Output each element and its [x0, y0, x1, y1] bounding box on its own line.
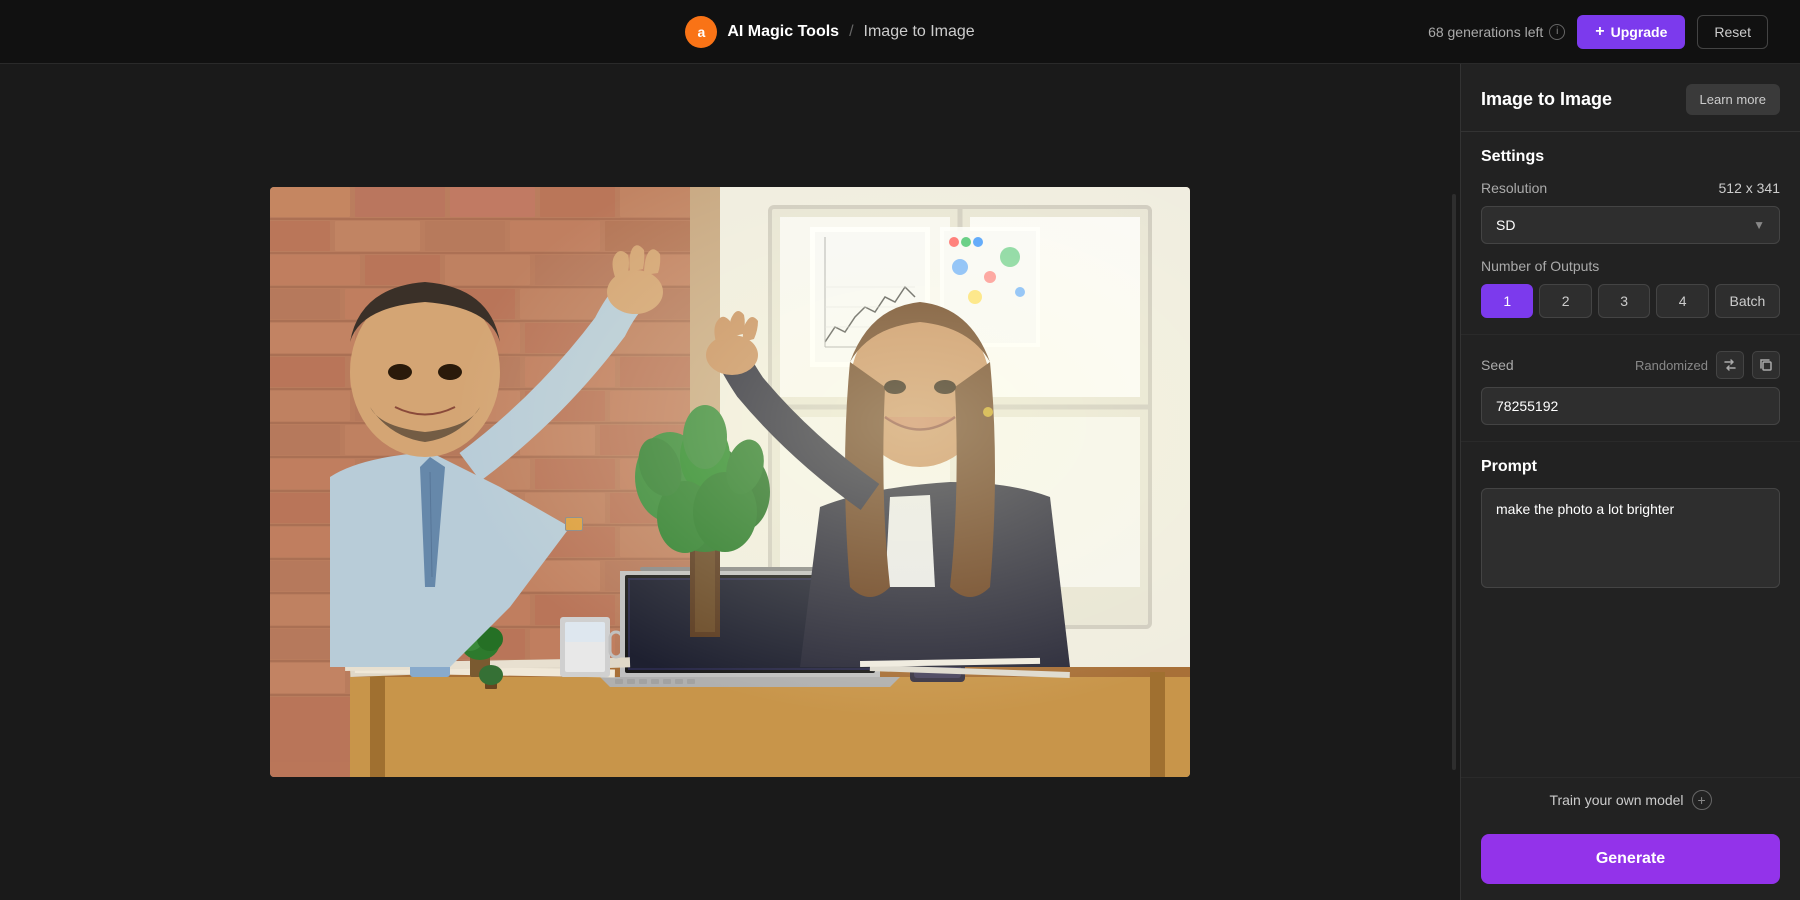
outputs-label: Number of Outputs	[1481, 258, 1780, 274]
settings-section-title: Settings	[1481, 148, 1780, 166]
output-1-button[interactable]: 1	[1481, 284, 1533, 318]
resolution-row: Resolution 512 x 341	[1481, 180, 1780, 196]
outputs-buttons: 1 2 3 4 Batch	[1481, 284, 1780, 318]
output-4-button[interactable]: 4	[1656, 284, 1708, 318]
output-2-button[interactable]: 2	[1539, 284, 1591, 318]
reset-button[interactable]: Reset	[1697, 15, 1768, 49]
resolution-option: SD	[1496, 217, 1515, 233]
panel-header: Image to Image Learn more	[1461, 64, 1800, 132]
generate-button[interactable]: Generate	[1481, 834, 1780, 884]
info-icon[interactable]: i	[1549, 24, 1565, 40]
prompt-section: Prompt make the photo a lot brighter	[1461, 442, 1800, 777]
panel-title: Image to Image	[1481, 89, 1612, 110]
output-3-button[interactable]: 3	[1598, 284, 1650, 318]
chevron-down-icon: ▼	[1753, 218, 1765, 232]
topbar: a AI Magic Tools / Image to Image 68 gen…	[0, 0, 1800, 64]
brand-icon: a	[685, 16, 717, 48]
resolution-label: Resolution	[1481, 180, 1547, 196]
seed-randomize-button[interactable]	[1716, 351, 1744, 379]
seed-actions: Randomized	[1635, 351, 1780, 379]
seed-input[interactable]	[1481, 387, 1780, 425]
seed-copy-button[interactable]	[1752, 351, 1780, 379]
resolution-value: 512 x 341	[1719, 180, 1781, 196]
seed-randomized-text: Randomized	[1635, 358, 1708, 373]
scrollbar[interactable]	[1452, 194, 1456, 770]
generations-left: 68 generations left i	[1428, 24, 1565, 40]
train-model-plus-icon: +	[1692, 790, 1712, 810]
topbar-center: a AI Magic Tools / Image to Image	[685, 16, 974, 48]
generations-left-text: 68 generations left	[1428, 24, 1543, 40]
train-model-text: Train your own model	[1549, 792, 1683, 808]
main-content: Image to Image Learn more Settings Resol…	[0, 64, 1800, 900]
prompt-label: Prompt	[1481, 458, 1780, 476]
brand-name: AI Magic Tools	[727, 23, 839, 41]
seed-row: Seed Randomized	[1481, 351, 1780, 379]
image-area	[0, 64, 1460, 900]
uploaded-image[interactable]	[270, 187, 1190, 777]
settings-section: Settings Resolution 512 x 341 SD ▼ Numbe…	[1461, 132, 1800, 335]
settings-panel: Image to Image Learn more Settings Resol…	[1460, 64, 1800, 900]
output-batch-button[interactable]: Batch	[1715, 284, 1780, 318]
learn-more-button[interactable]: Learn more	[1686, 84, 1780, 115]
seed-section: Seed Randomized	[1461, 335, 1800, 442]
seed-label: Seed	[1481, 357, 1514, 373]
resolution-dropdown[interactable]: SD ▼	[1481, 206, 1780, 244]
breadcrumb-current: Image to Image	[864, 23, 975, 41]
breadcrumb-separator: /	[849, 23, 853, 41]
train-model-row[interactable]: Train your own model +	[1461, 777, 1800, 822]
prompt-textarea[interactable]: make the photo a lot brighter	[1481, 488, 1780, 588]
topbar-right: 68 generations left i Upgrade Reset	[1428, 15, 1768, 49]
upgrade-button[interactable]: Upgrade	[1577, 15, 1685, 49]
